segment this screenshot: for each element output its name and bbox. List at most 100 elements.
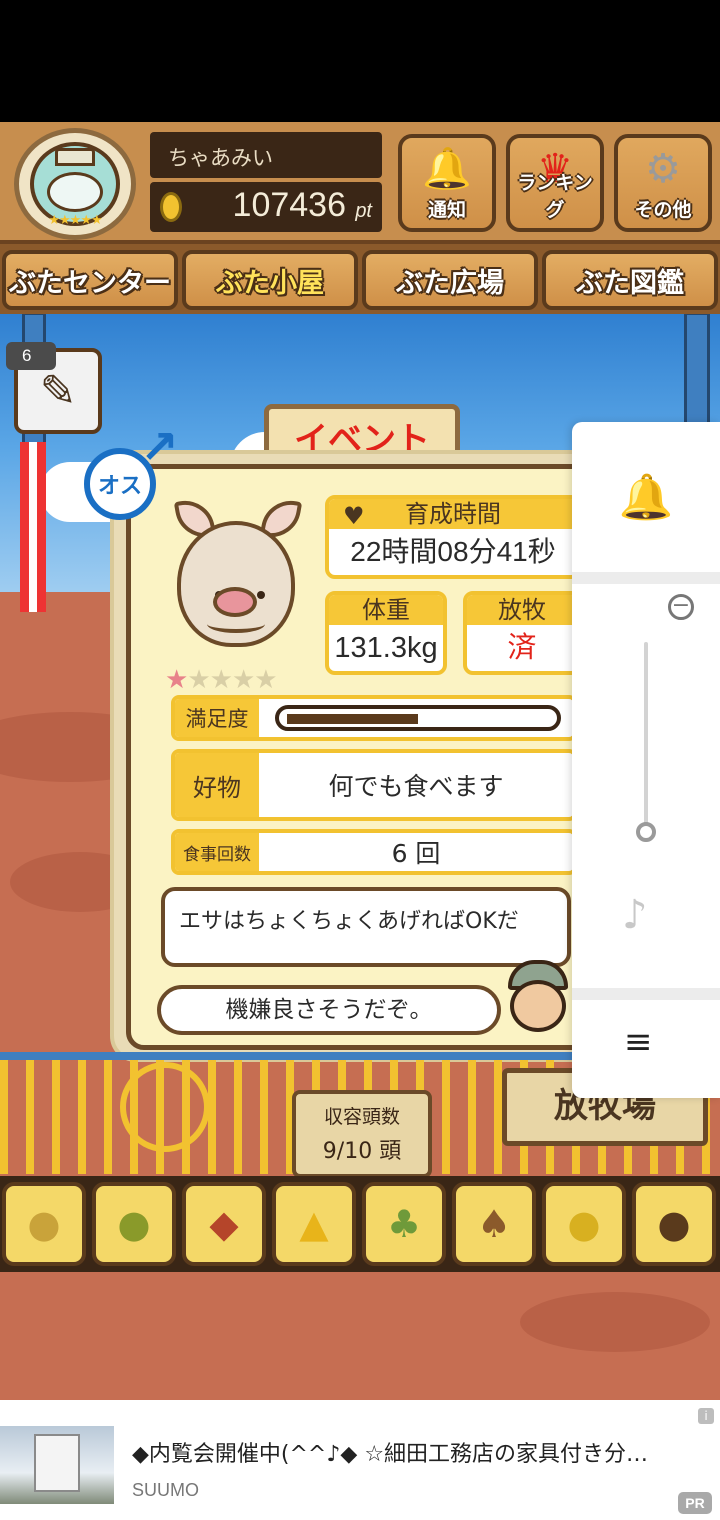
acorn-icon: ♠ xyxy=(476,1202,512,1246)
ad-pr-badge: PR xyxy=(678,1492,712,1514)
meal-count-label: 食事回数 xyxy=(175,833,259,871)
farmer-avatar xyxy=(502,960,572,1034)
tab-bar: ぶたセンター ぶた小屋 ぶた広場 ぶた図鑑 xyxy=(0,244,720,314)
rating-star-icon: ★ xyxy=(254,665,277,695)
ferris-wheel xyxy=(120,1062,210,1152)
ranking-button[interactable]: ♛ ランキング xyxy=(506,134,604,232)
food-slot-corn-plate[interactable]: ● xyxy=(542,1182,626,1266)
ad-title[interactable]: ◆内覧会開催中(^^♪◆ ☆細田工務店の家具付き分… xyxy=(132,1436,692,1468)
ad-thumbnail xyxy=(0,1426,114,1504)
meal-count-value: 6 回 xyxy=(391,839,441,868)
capacity-label: 収容頭数 xyxy=(323,1106,400,1128)
ringer-bell-button[interactable]: 🔔 xyxy=(572,422,720,572)
soybean-icon: ♣ xyxy=(386,1202,422,1246)
tab-buta-goya[interactable]: ぶた小屋 xyxy=(182,250,358,310)
male-gender-badge: オス ↗ xyxy=(84,424,184,524)
points-value: 107436 xyxy=(232,186,346,224)
notification-button-label: 通知 xyxy=(427,199,466,221)
top-bar: ★★★★★ ちゃあみい 107436 pt 🔔 通知 ♛ ランキング ⚙ その他 xyxy=(0,122,720,244)
meatball-plate-icon: ● xyxy=(657,1202,691,1246)
corn-icon: ▲ xyxy=(299,1202,329,1246)
rating-star-icon: ★ xyxy=(231,665,255,695)
ad-source: SUUMO xyxy=(132,1480,199,1500)
volume-minus-icon[interactable]: − xyxy=(668,594,694,620)
volume-slider-thumb[interactable] xyxy=(636,822,656,842)
tab-label: ぶた図鑑 xyxy=(576,267,684,299)
advice-text: エサはちょくちょくあげればOKだ xyxy=(179,909,519,934)
player-name-box: ちゃあみい xyxy=(150,132,382,178)
player-rank-emblem[interactable]: ★★★★★ xyxy=(14,128,136,240)
food-bar: ● ● ◆ ▲ ♣ ♠ ● ● xyxy=(0,1176,720,1272)
grain-icon: ● xyxy=(27,1202,61,1246)
bell-icon: 🔔 xyxy=(618,472,674,523)
tab-label: ぶた広場 xyxy=(396,267,504,299)
coin-icon xyxy=(160,192,182,222)
pig-portrait xyxy=(171,496,303,649)
food-slot-sweet-potato[interactable]: ◆ xyxy=(182,1182,266,1266)
crown-icon xyxy=(55,148,95,166)
meal-count-row: 食事回数 6 回 xyxy=(171,829,577,875)
grazing-status: 済 xyxy=(507,632,537,664)
ranking-button-label: ランキング xyxy=(517,172,593,221)
weight-value: 131.3kg xyxy=(334,632,438,664)
favorite-food-row: 好物 何でも食べます xyxy=(171,749,577,821)
points-box: 107436 pt xyxy=(150,182,382,232)
food-slot-acorn[interactable]: ♠ xyxy=(452,1182,536,1266)
player-name: ちゃあみい xyxy=(168,146,273,170)
tab-label: ぶたセンター xyxy=(9,267,171,299)
food-slot-corn[interactable]: ▲ xyxy=(272,1182,356,1266)
food-slot-grain[interactable]: ● xyxy=(2,1182,86,1266)
satisfaction-bar-fill xyxy=(287,714,418,724)
volume-panel: 🔔 − ♪ ≡ xyxy=(572,422,720,1098)
tab-buta-zukan[interactable]: ぶた図鑑 xyxy=(542,250,718,310)
food-slot-grain-mix[interactable]: ● xyxy=(92,1182,176,1266)
favorite-value: 何でも食べます xyxy=(328,772,504,801)
male-symbol-icon: ↗ xyxy=(140,420,179,474)
ad-banner[interactable]: ◆内覧会開催中(^^♪◆ ☆細田工務店の家具付き分… SUUMO i PR xyxy=(0,1400,720,1520)
growth-time-box: ♥ 育成時間 22時間08分41秒 xyxy=(325,495,581,579)
tab-buta-center[interactable]: ぶたセンター xyxy=(2,250,178,310)
rating-star-icon: ★ xyxy=(165,665,188,695)
food-slot-meatball-plate[interactable]: ● xyxy=(632,1182,716,1266)
food-slot-soybean[interactable]: ♣ xyxy=(362,1182,446,1266)
bell-icon: 🔔 xyxy=(422,146,472,192)
advice-bubble: エサはちょくちょくあげればOKだ xyxy=(161,887,571,967)
game-screen: イベント ★★★★★ ちゃあみい 107436 pt 🔔 通知 ♛ ランキング xyxy=(0,122,720,1400)
points-unit: pt xyxy=(355,200,372,222)
favorite-label: 好物 xyxy=(175,753,259,817)
rating-star-icon: ★ xyxy=(187,665,210,695)
growth-time-label: 育成時間 xyxy=(405,500,501,528)
pig-rating-stars: ★★★★★ xyxy=(165,665,278,695)
volume-slider-track[interactable] xyxy=(644,642,648,832)
satisfaction-bar xyxy=(275,705,561,731)
ad-info-icon[interactable]: i xyxy=(698,1408,714,1424)
mood-text: 機嫌良さそうだぞ。 xyxy=(225,997,433,1023)
striped-pole xyxy=(20,442,46,612)
other-button-label: その他 xyxy=(634,199,692,221)
status-bar xyxy=(0,0,720,122)
capacity-sign: 収容頭数 9/10 頭 xyxy=(292,1090,432,1178)
capacity-value: 9/10 頭 xyxy=(322,1139,402,1164)
syringe-icon: ✎ xyxy=(39,365,77,417)
mute-icon[interactable]: ♪ xyxy=(622,892,648,938)
other-button[interactable]: ⚙ その他 xyxy=(614,134,712,232)
house-icon xyxy=(34,1434,80,1492)
rating-star-icon: ★ xyxy=(209,665,233,695)
weight-label: 体重 xyxy=(329,595,443,625)
gear-icon: ⚙ xyxy=(645,146,681,192)
pig-emblem-icon: ★★★★★ xyxy=(30,142,120,228)
heart-icon: ♥ xyxy=(343,502,365,530)
notification-button[interactable]: 🔔 通知 xyxy=(398,134,496,232)
tab-label: ぶた小屋 xyxy=(216,267,324,299)
growth-time-value: 22時間08分41秒 xyxy=(350,536,556,567)
mood-bubble: 機嫌良さそうだぞ。 xyxy=(157,985,501,1035)
satisfaction-label: 満足度 xyxy=(175,699,259,737)
tab-buta-hiroba[interactable]: ぶた広場 xyxy=(362,250,538,310)
emblem-stars: ★★★★★ xyxy=(48,213,102,228)
satisfaction-row: 満足度 xyxy=(171,695,577,741)
grazing-label: 放牧 xyxy=(467,595,577,625)
grazing-box: 放牧 済 xyxy=(463,591,581,675)
sweet-potato-icon: ◆ xyxy=(209,1202,239,1246)
gender-label: オス xyxy=(97,474,142,499)
sound-settings-icon[interactable]: ≡ xyxy=(624,1022,653,1062)
